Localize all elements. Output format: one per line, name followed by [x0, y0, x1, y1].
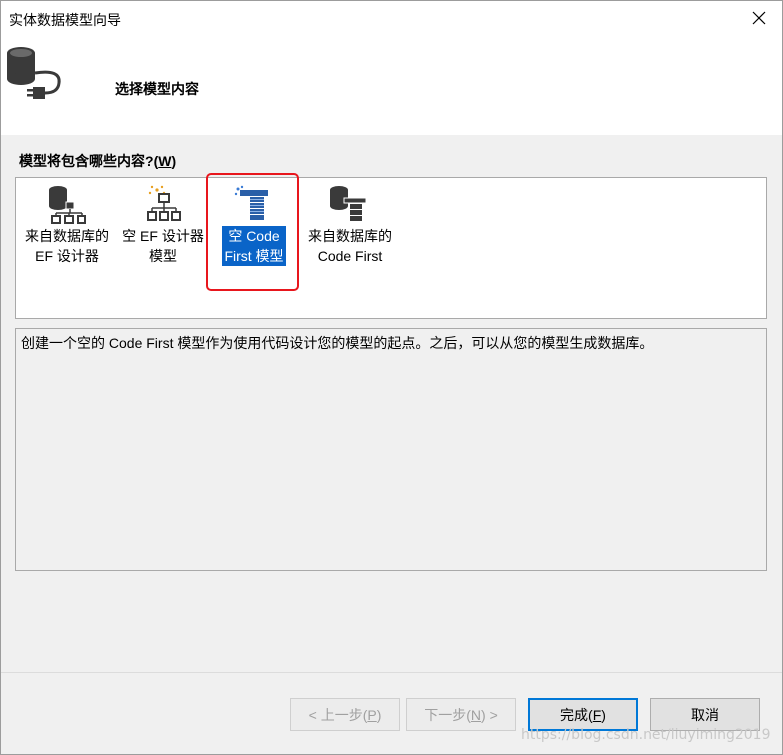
description-text: 创建一个空的 Code First 模型作为使用代码设计您的模型的起点。之后，可… — [21, 335, 654, 351]
code-first-empty-icon — [234, 185, 268, 220]
option-label: 空 EF 设计器 模型 — [122, 228, 204, 264]
watermark: https://blog.csdn.net/liuyiming2019 — [521, 727, 771, 743]
accelerator-key: W — [158, 153, 172, 169]
description-panel: 创建一个空的 Code First 模型作为使用代码设计您的模型的起点。之后，可… — [15, 328, 767, 571]
window-title: 实体数据模型向导 — [9, 12, 121, 28]
option-ef-designer-from-database[interactable]: 来自数据库的 EF 设计器 — [16, 178, 118, 298]
database-org-chart-icon — [49, 186, 86, 224]
database-plug-icon — [7, 47, 61, 99]
option-empty-ef-designer[interactable]: 空 EF 设计器 模型 — [118, 178, 208, 298]
option-label: 空 Code First 模型 — [222, 226, 286, 266]
empty-org-chart-icon — [147, 185, 181, 221]
next-button[interactable]: 下一步(N) > — [406, 698, 516, 731]
option-label: 来自数据库的 EF 设计器 — [25, 228, 109, 264]
wizard-window: 实体数据模型向导 选择模型内容 模型将包含哪些内容?(W) 来自数据库的 EF … — [0, 0, 783, 755]
title-bar: 实体数据模型向导 — [1, 1, 782, 37]
footer-divider — [1, 672, 782, 673]
question-label: 模型将包含哪些内容?(W) — [19, 153, 177, 169]
option-code-first-from-database[interactable]: 来自数据库的 Code First — [300, 178, 400, 298]
model-content-list[interactable]: 来自数据库的 EF 设计器 空 EF 设计器 模型 空 Code First 模… — [15, 177, 767, 319]
close-icon — [752, 11, 766, 25]
wizard-header: 选择模型内容 — [1, 37, 782, 135]
database-code-first-icon — [330, 186, 367, 221]
prev-button[interactable]: < 上一步(P) — [290, 698, 400, 731]
close-button[interactable] — [736, 1, 782, 35]
page-title: 选择模型内容 — [115, 81, 199, 97]
option-label: 来自数据库的 Code First — [308, 228, 392, 264]
option-empty-code-first[interactable]: 空 Code First 模型 — [212, 178, 298, 298]
